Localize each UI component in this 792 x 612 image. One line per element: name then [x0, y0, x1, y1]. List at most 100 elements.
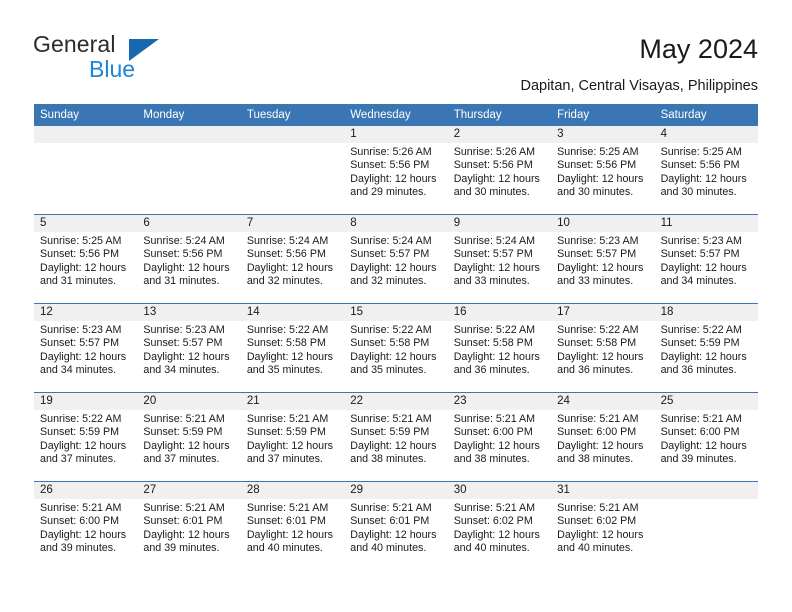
day-number[interactable]: 28 [241, 482, 344, 499]
day-number[interactable]: 10 [551, 215, 654, 232]
week-detail-row: Sunrise: 5:26 AM Sunset: 5:56 PM Daylight:… [34, 143, 758, 214]
sunrise-text: Sunrise: 5:24 AM [453, 235, 536, 247]
day-number[interactable]: 22 [344, 393, 447, 410]
day-number[interactable]: 1 [344, 126, 447, 143]
sunset-text: Sunset: 5:59 PM [143, 426, 223, 439]
day-number[interactable]: 2 [448, 126, 551, 143]
sunset-text: Sunset: 5:59 PM [246, 426, 326, 439]
day-cell[interactable]: Sunrise: 5:23 AM Sunset: 5:57 PM Daylight:… [137, 321, 240, 392]
sunset-text: Sunset: 5:56 PM [143, 248, 223, 261]
day-cell[interactable]: Sunrise: 5:24 AM Sunset: 5:57 PM Daylight:… [448, 232, 551, 303]
daylight-text: and 33 minutes. [557, 275, 634, 288]
day-number[interactable]: 21 [241, 393, 344, 410]
day-number[interactable]: 29 [344, 482, 447, 499]
day-number[interactable]: 14 [241, 304, 344, 321]
sunset-text: Sunset: 5:59 PM [350, 426, 430, 439]
day-cell[interactable]: Sunrise: 5:21 AM Sunset: 5:59 PM Daylight:… [344, 410, 447, 481]
day-number[interactable]: 30 [448, 482, 551, 499]
day-cell[interactable]: Sunrise: 5:21 AM Sunset: 6:02 PM Daylight:… [551, 499, 654, 570]
week-day-number-row: 5 6 7 8 9 10 11 [34, 215, 758, 232]
day-cell[interactable]: Sunrise: 5:22 AM Sunset: 5:58 PM Daylight:… [448, 321, 551, 392]
day-number[interactable]: 8 [344, 215, 447, 232]
day-cell[interactable]: Sunrise: 5:23 AM Sunset: 5:57 PM Daylight:… [551, 232, 654, 303]
day-number[interactable]: 27 [137, 482, 240, 499]
day-number[interactable]: 15 [344, 304, 447, 321]
day-cell[interactable]: Sunrise: 5:23 AM Sunset: 5:57 PM Daylight:… [655, 232, 758, 303]
sunrise-text: Sunrise: 5:21 AM [453, 413, 536, 425]
day-cell[interactable]: Sunrise: 5:24 AM Sunset: 5:56 PM Daylight:… [241, 232, 344, 303]
day-number[interactable]: 7 [241, 215, 344, 232]
day-cell[interactable]: Sunrise: 5:21 AM Sunset: 6:00 PM Daylight:… [551, 410, 654, 481]
day-cell[interactable]: Sunrise: 5:21 AM Sunset: 6:01 PM Daylight:… [344, 499, 447, 570]
daylight-text: and 36 minutes. [660, 364, 737, 377]
day-cell[interactable]: Sunrise: 5:24 AM Sunset: 5:57 PM Daylight:… [344, 232, 447, 303]
sunset-text: Sunset: 5:56 PM [40, 248, 120, 261]
sunset-text: Sunset: 5:57 PM [453, 248, 533, 261]
daylight-text: and 40 minutes. [557, 542, 634, 555]
day-cell[interactable]: Sunrise: 5:21 AM Sunset: 6:00 PM Daylight:… [655, 410, 758, 481]
day-cell[interactable]: Sunrise: 5:23 AM Sunset: 5:57 PM Daylight:… [34, 321, 137, 392]
day-number[interactable]: 3 [551, 126, 654, 143]
daylight-text: Daylight: 12 hours [350, 350, 437, 363]
day-cell[interactable]: Sunrise: 5:21 AM Sunset: 6:02 PM Daylight:… [448, 499, 551, 570]
day-cell[interactable]: Sunrise: 5:25 AM Sunset: 5:56 PM Daylight:… [655, 143, 758, 214]
sunrise-text: Sunrise: 5:21 AM [660, 413, 742, 425]
day-number[interactable]: 18 [655, 304, 758, 321]
day-number[interactable]: 4 [655, 126, 758, 143]
day-number[interactable]: 31 [551, 482, 654, 499]
page-title: May 2024 [639, 34, 758, 64]
weekday-header-saturday: Saturday [660, 109, 707, 121]
sunset-text: Sunset: 6:00 PM [660, 426, 740, 439]
logo-text-general: General [33, 31, 116, 57]
day-number[interactable]: 13 [137, 304, 240, 321]
daylight-text: Daylight: 12 hours [40, 528, 127, 541]
daylight-text: Daylight: 12 hours [143, 350, 230, 363]
day-number[interactable]: 6 [137, 215, 240, 232]
day-number[interactable]: 17 [551, 304, 654, 321]
sunrise-text: Sunrise: 5:25 AM [40, 235, 122, 247]
logo-text-blue: Blue [89, 56, 136, 82]
sunset-text: Sunset: 6:01 PM [246, 515, 326, 528]
daylight-text: Daylight: 12 hours [350, 172, 437, 185]
day-cell[interactable]: Sunrise: 5:22 AM Sunset: 5:58 PM Daylight:… [344, 321, 447, 392]
sunrise-text: Sunrise: 5:22 AM [40, 413, 122, 425]
day-cell[interactable]: Sunrise: 5:25 AM Sunset: 5:56 PM Daylight:… [551, 143, 654, 214]
day-cell[interactable]: Sunrise: 5:22 AM Sunset: 5:59 PM Daylight:… [34, 410, 137, 481]
daylight-text: Daylight: 12 hours [453, 439, 540, 452]
day-number[interactable]: 11 [655, 215, 758, 232]
calendar-week-row: 19 20 21 22 23 24 25 Sunrise: 5:22 AM Sunset: 5:… [34, 392, 758, 481]
day-number[interactable]: 5 [34, 215, 137, 232]
day-cell[interactable]: Sunrise: 5:24 AM Sunset: 5:56 PM Daylight:… [137, 232, 240, 303]
day-number[interactable]: 12 [34, 304, 137, 321]
daylight-text: Daylight: 12 hours [40, 439, 127, 452]
sunset-text: Sunset: 6:00 PM [40, 515, 120, 528]
sunrise-text: Sunrise: 5:22 AM [453, 324, 536, 336]
day-cell[interactable]: Sunrise: 5:21 AM Sunset: 5:59 PM Daylight:… [137, 410, 240, 481]
day-number[interactable]: 23 [448, 393, 551, 410]
day-cell[interactable]: Sunrise: 5:25 AM Sunset: 5:56 PM Daylight:… [34, 232, 137, 303]
day-number[interactable]: 9 [448, 215, 551, 232]
daylight-text: and 34 minutes. [143, 364, 220, 377]
sunrise-text: Sunrise: 5:21 AM [143, 502, 225, 514]
day-number[interactable]: 19 [34, 393, 137, 410]
day-cell[interactable]: Sunrise: 5:26 AM Sunset: 5:56 PM Daylight:… [344, 143, 447, 214]
day-cell[interactable]: Sunrise: 5:22 AM Sunset: 5:58 PM Daylight:… [241, 321, 344, 392]
day-cell[interactable]: Sunrise: 5:21 AM Sunset: 6:00 PM Daylight:… [448, 410, 551, 481]
daylight-text: Daylight: 12 hours [350, 261, 437, 274]
day-cell[interactable]: Sunrise: 5:22 AM Sunset: 5:58 PM Daylight:… [551, 321, 654, 392]
day-number[interactable]: 26 [34, 482, 137, 499]
day-cell[interactable]: Sunrise: 5:21 AM Sunset: 5:59 PM Daylight:… [241, 410, 344, 481]
sunrise-text: Sunrise: 5:26 AM [350, 146, 432, 158]
day-cell[interactable]: Sunrise: 5:26 AM Sunset: 5:56 PM Daylight:… [448, 143, 551, 214]
sunset-text: Sunset: 5:58 PM [453, 337, 533, 350]
day-cell[interactable]: Sunrise: 5:21 AM Sunset: 6:01 PM Daylight:… [137, 499, 240, 570]
day-number[interactable]: 20 [137, 393, 240, 410]
day-cell[interactable]: Sunrise: 5:21 AM Sunset: 6:00 PM Daylight:… [34, 499, 137, 570]
day-cell[interactable]: Sunrise: 5:22 AM Sunset: 5:59 PM Daylight:… [655, 321, 758, 392]
day-number[interactable]: 16 [448, 304, 551, 321]
day-number[interactable]: 25 [655, 393, 758, 410]
daylight-text: and 31 minutes. [143, 275, 220, 288]
day-cell[interactable]: Sunrise: 5:21 AM Sunset: 6:01 PM Daylight:… [241, 499, 344, 570]
day-number[interactable]: 24 [551, 393, 654, 410]
sunset-text: Sunset: 5:59 PM [40, 426, 120, 439]
